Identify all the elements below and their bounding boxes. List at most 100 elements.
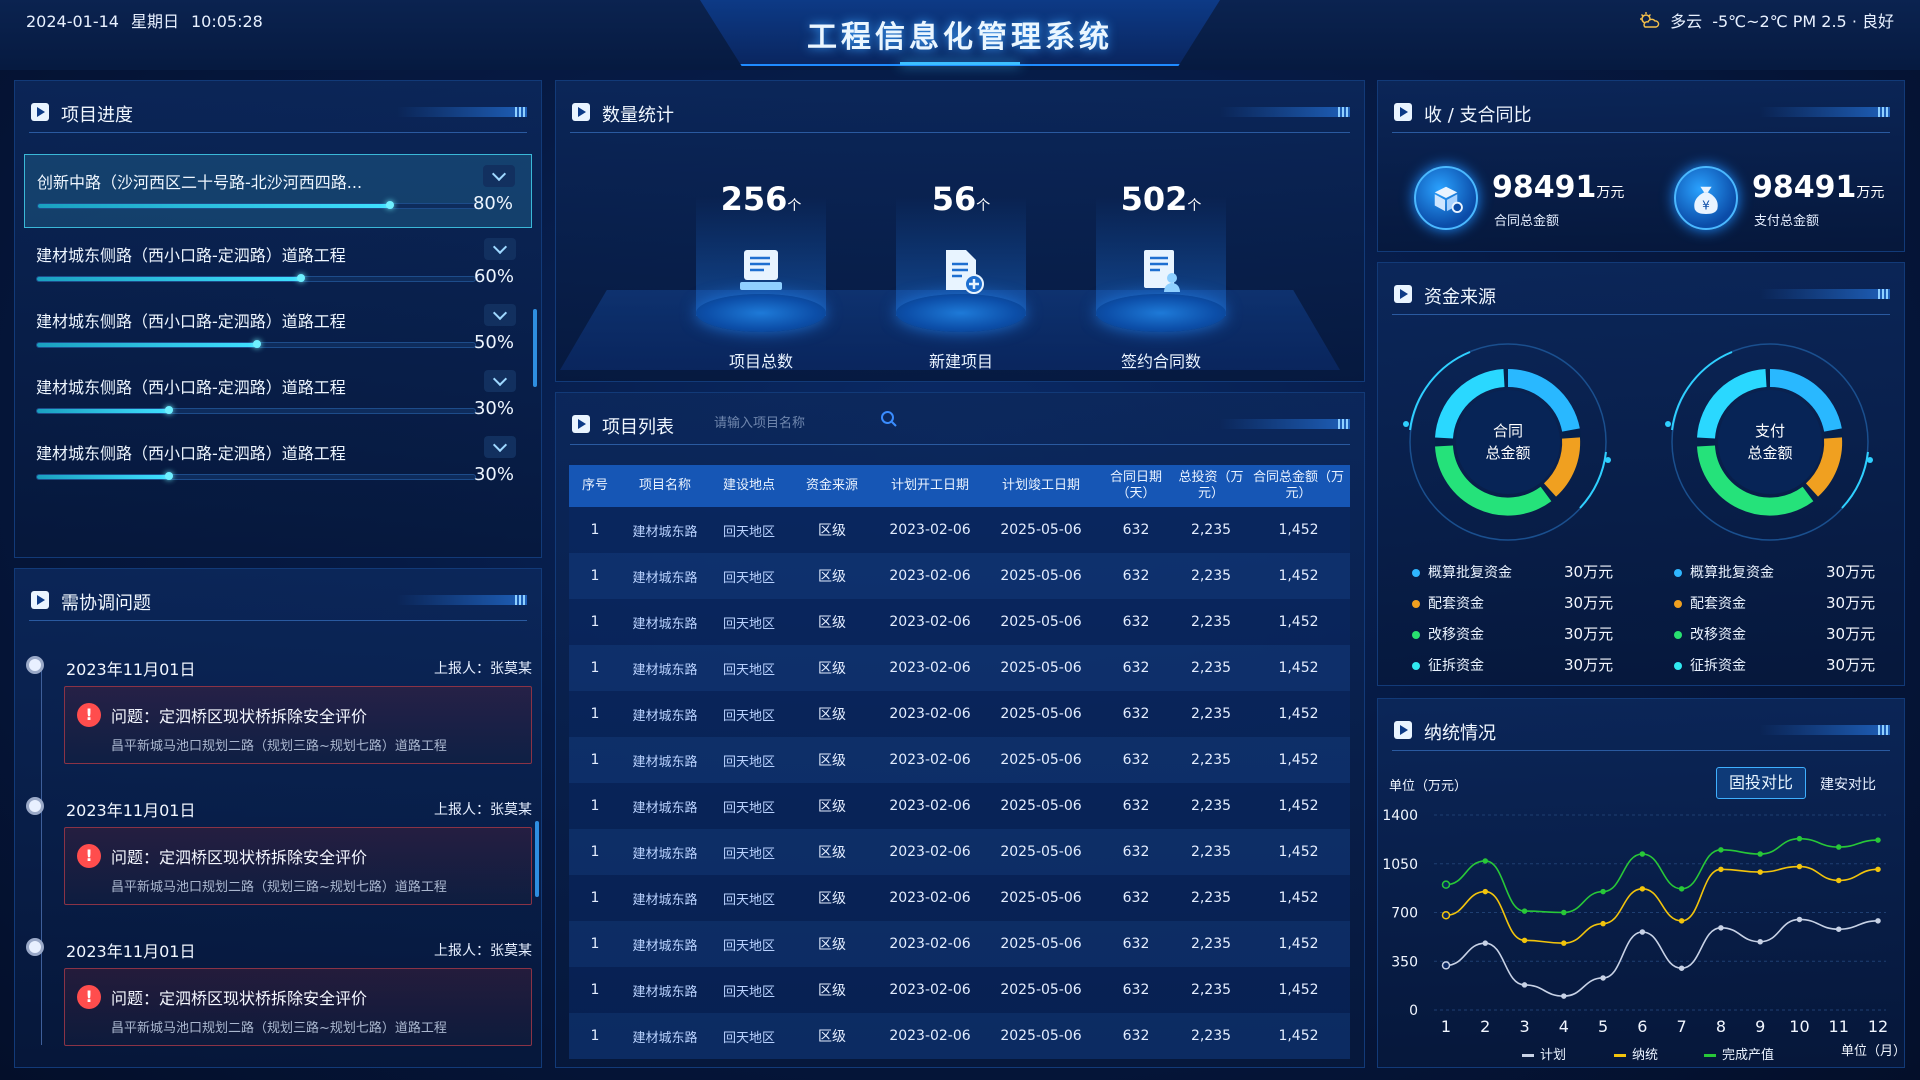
table-cell: 建材城东路 bbox=[621, 875, 709, 921]
legend-dot bbox=[1412, 600, 1420, 608]
tab-construction[interactable]: 建安对比 bbox=[1820, 774, 1876, 794]
issue-item[interactable]: 2023年11月01日 上报人：张莫某 ! 问题：定泗桥区现状桥拆除安全评价 昌平新城马… bbox=[26, 932, 532, 1070]
timeline-dot bbox=[26, 938, 44, 956]
progress-item[interactable]: 建材城东侧路（西小口路-定泗路）道路工程 30% bbox=[24, 426, 532, 500]
progress-track bbox=[37, 201, 477, 209]
issue-detail: 昌平新城马池口规划二路（规划三路~规划七路）道路工程 bbox=[111, 739, 447, 754]
progress-percent: 30% bbox=[473, 398, 514, 419]
progress-knob bbox=[165, 472, 173, 480]
panel-title: 项目列表 bbox=[602, 417, 674, 438]
chevron-down-icon[interactable] bbox=[484, 238, 516, 260]
panel-header: 项目列表 bbox=[570, 409, 1350, 445]
issue-detail: 昌平新城马池口规划二路（规划三路~规划七路）道路工程 bbox=[111, 880, 447, 895]
issue-card[interactable]: ! 问题：定泗桥区现状桥拆除安全评价 昌平新城马池口规划二路（规划三路~规划七路）道… bbox=[64, 686, 532, 764]
column-header: 合同日期（天） bbox=[1097, 465, 1175, 507]
legend-item: 概算批复资金 bbox=[1674, 562, 1774, 582]
legend-value: 30万元 bbox=[1564, 594, 1614, 612]
x-tick-label: 12 bbox=[1868, 1017, 1888, 1036]
table-cell: 回天地区 bbox=[709, 921, 789, 967]
table-cell: 区级 bbox=[789, 691, 875, 737]
chevron-down-icon[interactable] bbox=[484, 436, 516, 458]
column-header: 项目名称 bbox=[621, 465, 709, 507]
search-icon[interactable] bbox=[880, 410, 898, 428]
payment-donut: 支付 总金额 bbox=[1665, 343, 1873, 541]
data-point bbox=[1441, 961, 1451, 970]
svg-text:¥: ¥ bbox=[1702, 198, 1710, 212]
table-cell: 2,235 bbox=[1175, 599, 1247, 645]
chevron-down-icon[interactable] bbox=[484, 370, 516, 392]
data-point bbox=[1561, 993, 1567, 999]
panel-header: 纳统情况 bbox=[1392, 715, 1890, 751]
progress-item[interactable]: 创新中路（沙河西区二十号路-北沙河西四路... 80% bbox=[24, 154, 532, 228]
contract-label: 合同总金额 bbox=[1494, 214, 1560, 229]
table-cell: 2023-02-06 bbox=[875, 599, 985, 645]
table-cell: 2025-05-06 bbox=[985, 553, 1097, 599]
scrollbar[interactable] bbox=[533, 309, 537, 387]
table-row[interactable]: 1 建材城东路 回天地区 区级 2023-02-06 2025-05-06 632 2,235… bbox=[569, 737, 1350, 783]
table-row[interactable]: 1 建材城东路 回天地区 区级 2023-02-06 2025-05-06 632 2,235… bbox=[569, 921, 1350, 967]
tax-line-chart: 1400105070035001 2 3 4 5 6 7 8 9 10 11 12 bbox=[1382, 808, 1888, 1036]
table-cell: 632 bbox=[1097, 1013, 1175, 1059]
table-cell: 2023-02-06 bbox=[875, 875, 985, 921]
play-icon bbox=[572, 103, 590, 121]
column-header: 资金来源 bbox=[789, 465, 875, 507]
column-header: 序号 bbox=[569, 465, 621, 507]
table-row[interactable]: 1 建材城东路 回天地区 区级 2023-02-06 2025-05-06 632 2,235… bbox=[569, 967, 1350, 1013]
column-header: 计划开工日期 bbox=[875, 465, 985, 507]
table-row[interactable]: 1 建材城东路 回天地区 区级 2023-02-06 2025-05-06 632 2,235… bbox=[569, 829, 1350, 875]
chevron-down-icon[interactable] bbox=[483, 165, 515, 187]
issue-reporter: 上报人：张莫某 bbox=[434, 943, 532, 959]
legend-dot bbox=[1674, 600, 1682, 608]
issue-item[interactable]: 2023年11月01日 上报人：张莫某! 问题：定泗桥区现状桥拆除安全评价 昌平新城马… bbox=[26, 791, 532, 929]
table-row[interactable]: 1 建材城东路 回天地区 区级 2023-02-06 2025-05-06 632 2,235… bbox=[569, 1013, 1350, 1059]
stat-item: 502个 签约合同数 bbox=[1096, 180, 1226, 371]
data-point bbox=[1718, 925, 1724, 931]
data-point bbox=[1521, 982, 1528, 988]
legend-dot bbox=[1674, 569, 1682, 577]
progress-item[interactable]: 建材城东侧路（西小口路-定泗路）道路工程 60% bbox=[24, 228, 532, 302]
tab-fixed-investment[interactable]: 固投对比 bbox=[1716, 767, 1806, 799]
issue-date: 2023年11月01日 bbox=[66, 942, 196, 961]
chevron-down-icon[interactable] bbox=[484, 304, 516, 326]
scrollbar[interactable] bbox=[535, 821, 539, 897]
progress-item-name: 建材城东侧路（西小口路-定泗路）道路工程 bbox=[36, 246, 346, 265]
progress-item[interactable]: 建材城东侧路（西小口路-定泗路）道路工程 30% bbox=[24, 360, 532, 434]
table-cell: 2025-05-06 bbox=[985, 599, 1097, 645]
table-row[interactable]: 1 建材城东路 回天地区 区级 2023-02-06 2025-05-06 632 2,235… bbox=[569, 645, 1350, 691]
table-cell: 1,452 bbox=[1247, 645, 1350, 691]
table-cell: 2,235 bbox=[1175, 829, 1247, 875]
legend-output: 完成产值 bbox=[1704, 1044, 1774, 1063]
clipboard-icon bbox=[740, 250, 782, 290]
table-row[interactable]: 1 建材城东路 回天地区 区级 2023-02-06 2025-05-06 632 2,235… bbox=[569, 691, 1350, 737]
play-icon bbox=[31, 103, 49, 121]
table-cell: 1,452 bbox=[1247, 921, 1350, 967]
table-cell: 2025-05-06 bbox=[985, 783, 1097, 829]
table-cell: 1 bbox=[569, 553, 621, 599]
table-row[interactable]: 1 建材城东路 回天地区 区级 2023-02-06 2025-05-06 632 2,235… bbox=[569, 783, 1350, 829]
table-row[interactable]: 1 建材城东路 回天地区 区级 2023-02-06 2025-05-06 632 2,235… bbox=[569, 507, 1350, 553]
play-icon bbox=[1394, 103, 1412, 121]
stat-item: 56个 新建项目 bbox=[896, 180, 1026, 371]
issue-card[interactable]: ! 问题：定泗桥区现状桥拆除安全评价 昌平新城马池口规划二路（规划三路~规划七路）道… bbox=[64, 827, 532, 905]
x-tick-label: 4 bbox=[1559, 1017, 1569, 1036]
table-cell: 回天地区 bbox=[709, 645, 789, 691]
x-tick-label: 10 bbox=[1789, 1017, 1809, 1036]
alert-icon: ! bbox=[77, 985, 101, 1009]
data-point bbox=[1796, 916, 1803, 923]
table-cell: 2023-02-06 bbox=[875, 1013, 985, 1059]
table-row[interactable]: 1 建材城东路 回天地区 区级 2023-02-06 2025-05-06 632 2,235… bbox=[569, 553, 1350, 599]
issue-item[interactable]: 2023年11月01日 上报人：张莫某! 问题：定泗桥区现状桥拆除安全评价 昌平新城马… bbox=[26, 650, 532, 788]
donut-label1: 合同 bbox=[1493, 422, 1523, 440]
table-cell: 2025-05-06 bbox=[985, 875, 1097, 921]
table-cell: 2023-02-06 bbox=[875, 921, 985, 967]
issue-card[interactable]: ! 问题：定泗桥区现状桥拆除安全评价 昌平新城马池口规划二路（规划三路~规划七路）道… bbox=[64, 968, 532, 1046]
progress-percent: 50% bbox=[473, 332, 514, 353]
legend-item: 改移资金 bbox=[1412, 624, 1484, 644]
table-cell: 2025-05-06 bbox=[985, 967, 1097, 1013]
table-row[interactable]: 1 建材城东路 回天地区 区级 2023-02-06 2025-05-06 632 2,235… bbox=[569, 599, 1350, 645]
progress-item[interactable]: 建材城东侧路（西小口路-定泗路）道路工程 50% bbox=[24, 294, 532, 368]
table-row[interactable]: 1 建材城东路 回天地区 区级 2023-02-06 2025-05-06 632 2,235… bbox=[569, 875, 1350, 921]
search-input[interactable]: 请输入项目名称 bbox=[714, 412, 805, 431]
datetime: 2024-01-14 星期日 10:05:28 bbox=[26, 8, 275, 32]
data-point bbox=[1875, 837, 1881, 843]
